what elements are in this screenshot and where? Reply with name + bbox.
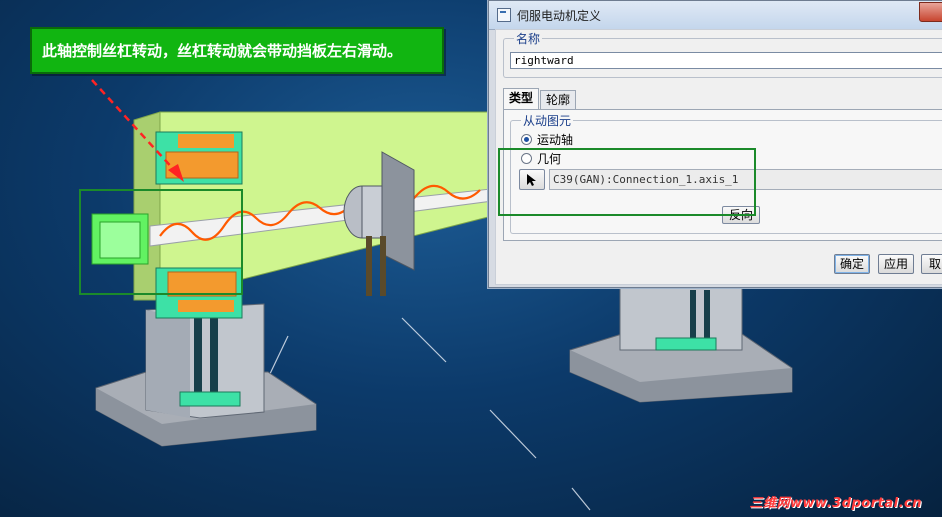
driven-group-label: 从动图元 (521, 112, 574, 129)
dialog-title: 伺服电动机定义 (517, 8, 602, 23)
left-pedestal (95, 303, 317, 447)
name-group-label: 名称 (514, 30, 543, 47)
dialog-titlebar[interactable]: 伺服电动机定义 (489, 1, 942, 30)
selection-highlight (498, 148, 756, 216)
upper-guide-block (155, 131, 243, 185)
tab-profile[interactable]: 轮廓 (540, 90, 577, 109)
radio-motion-axis-button[interactable] (521, 134, 532, 145)
ok-button[interactable]: 确定 (834, 254, 870, 274)
tab-bar: 类型 轮廓 (503, 88, 577, 110)
annotation-text: 此轴控制丝杠转动，丝杠转动就会带动挡板左右滑动。 (42, 42, 403, 60)
radio-motion-axis-label: 运动轴 (537, 133, 574, 147)
watermark-text: 三维网www.3dportal.cn (749, 496, 922, 511)
tab-type[interactable]: 类型 (503, 88, 540, 109)
name-group: 名称 rightward (503, 30, 942, 78)
window-icon (497, 8, 511, 22)
radio-motion-axis[interactable]: 运动轴 (521, 131, 573, 148)
annotation-callout: 此轴控制丝杠转动，丝杠转动就会带动挡板左右滑动。 (30, 27, 444, 74)
motor-housing (91, 213, 149, 265)
name-input[interactable]: rightward (510, 52, 942, 69)
servo-motor-dialog[interactable]: 伺服电动机定义 名称 rightward 类型 轮廓 从动图元 运动轴 几何 C… (488, 0, 942, 288)
close-button[interactable] (919, 2, 942, 22)
right-pedestal (569, 279, 793, 403)
cancel-button[interactable]: 取 (921, 254, 942, 274)
apply-button[interactable]: 应用 (878, 254, 914, 274)
